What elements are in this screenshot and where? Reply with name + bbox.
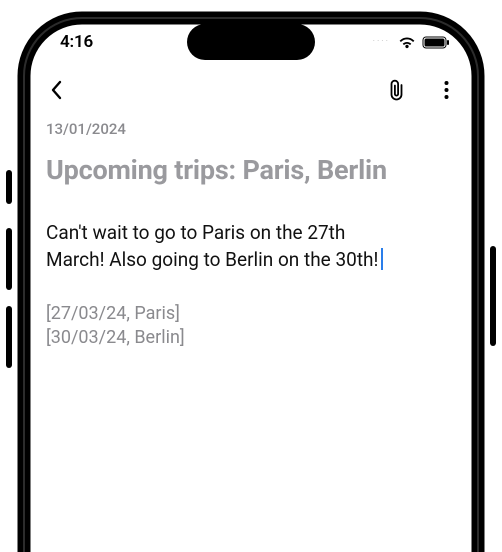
cellular-dots-icon: ···· [373, 37, 390, 47]
status-bar: 4:16 ···· [24, 18, 478, 66]
back-button[interactable] [42, 76, 70, 104]
extracted-item: [27/03/24, Paris] [46, 302, 456, 326]
note-body-input[interactable]: Can't wait to go to Paris on the 27th Ma… [46, 220, 456, 274]
paperclip-icon [388, 79, 405, 101]
body-line: Can't wait to go to Paris on the 27th [46, 220, 456, 247]
attach-button[interactable] [382, 76, 410, 104]
note-date: 13/01/2024 [46, 120, 456, 138]
more-vertical-icon [444, 80, 449, 100]
phone-screen: 4:16 ···· 13/01/2024 U [24, 18, 478, 552]
more-button[interactable] [432, 76, 460, 104]
note-content: 13/01/2024 Upcoming trips: Paris, Berlin… [24, 108, 478, 351]
battery-icon [422, 36, 450, 49]
nav-bar [24, 66, 478, 108]
status-time: 4:16 [60, 32, 93, 52]
body-line: March! Also going to Berlin on the 30th! [46, 247, 456, 274]
extracted-list: [27/03/24, Paris] [30/03/24, Berlin] [46, 302, 456, 351]
chevron-left-icon [50, 80, 62, 100]
dynamic-island [187, 24, 315, 60]
note-title-input[interactable]: Upcoming trips: Paris, Berlin [46, 154, 456, 186]
extracted-item: [30/03/24, Berlin] [46, 326, 456, 350]
text-cursor [381, 248, 383, 270]
wifi-icon [398, 36, 416, 49]
